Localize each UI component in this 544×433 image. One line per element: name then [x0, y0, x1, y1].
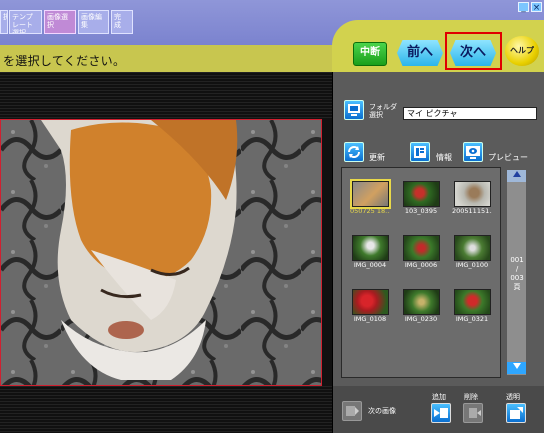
add-button[interactable] — [431, 403, 451, 423]
next-button-highlight — [445, 32, 502, 70]
instruction-text: を選択してください。 — [3, 54, 126, 68]
refresh-button[interactable] — [344, 142, 364, 162]
page-current: 001 — [510, 256, 524, 264]
delete-button[interactable] — [463, 403, 483, 423]
next-image-label: 次の画像 — [368, 407, 396, 415]
thumbnail-item[interactable]: IMG_0004 — [350, 235, 390, 272]
thumbnail-caption: IMG_0230 — [404, 315, 438, 323]
prev-button[interactable]: 前へ — [397, 40, 443, 66]
info-button[interactable] — [410, 142, 430, 162]
delete-image-icon — [469, 408, 481, 418]
folder-label: フォルダ 選択 — [369, 103, 397, 119]
thumbnail-caption: IMG_0100 — [455, 261, 489, 269]
step-tab-image-edit[interactable]: 画像編集 — [78, 10, 109, 34]
preview-label: プレビュー — [488, 153, 528, 162]
page-indicator: 001 / 003 頁 — [508, 256, 526, 292]
thumbnail-caption: 103_0395 — [404, 207, 438, 215]
add-label: 追加 — [432, 393, 446, 401]
delete-label: 削除 — [464, 393, 478, 401]
folder-field[interactable]: マイ ピクチャ — [403, 107, 537, 120]
step-tab-template[interactable]: テンプレート選択 — [9, 10, 42, 34]
thumbnail-caption: 050725 18... — [350, 207, 390, 215]
step-label: 択 — [3, 13, 7, 21]
page-separator: / — [515, 265, 519, 273]
thumbnail-item[interactable]: IMG_0100 — [452, 235, 492, 272]
scroll-up-button[interactable] — [507, 170, 526, 182]
thumbnail-item[interactable]: IMG_0108 — [350, 289, 390, 326]
add-image-icon — [434, 408, 448, 418]
step-label: 画像選択 — [47, 13, 68, 29]
thumbnail-item[interactable]: IMG_0321 — [452, 289, 492, 326]
thumbnail-item[interactable]: 050725 18... — [349, 179, 391, 218]
thumbnail-item[interactable]: IMG_0230 — [401, 289, 441, 326]
scanline-bottom — [0, 386, 332, 433]
page-total: 003 — [510, 274, 524, 282]
refresh-label: 更新 — [369, 153, 385, 162]
thumbnail-caption: IMG_0108 — [353, 315, 387, 323]
help-button[interactable]: ヘルプ — [505, 36, 539, 66]
thumbnail-caption: 200511151... — [452, 207, 492, 215]
scroll-down-button[interactable] — [507, 362, 526, 374]
step-tab-select[interactable]: 択 — [0, 10, 8, 34]
thumbnail-caption: IMG_0004 — [353, 261, 387, 269]
step-label: 画像編集 — [81, 13, 102, 29]
minimize-button[interactable]: _ — [518, 2, 529, 13]
next-image-button[interactable] — [342, 401, 362, 421]
transparent-button[interactable] — [506, 403, 526, 423]
cancel-button[interactable]: 中断 — [353, 42, 387, 66]
arrow-up-icon — [512, 171, 521, 177]
thumbnail-item[interactable]: 200511151... — [452, 181, 492, 218]
scanline-top — [0, 72, 332, 118]
monitor-icon — [348, 104, 360, 116]
next-image-icon — [346, 406, 359, 416]
step-tab-image-select[interactable]: 画像選択 — [44, 10, 76, 34]
close-button[interactable]: × — [531, 2, 542, 13]
page-unit: 頁 — [513, 283, 521, 291]
info-label: 情報 — [436, 153, 452, 162]
arrow-down-icon — [512, 363, 521, 369]
step-label: 完 成 — [114, 13, 121, 29]
thumbnail-item[interactable]: IMG_0006 — [401, 235, 441, 272]
transparent-label: 透明 — [506, 393, 520, 401]
step-label: テンプレート選択 — [12, 13, 33, 34]
thumbnail-caption: IMG_0006 — [404, 261, 438, 269]
step-tab-complete[interactable]: 完 成 — [111, 10, 133, 34]
info-icon — [414, 146, 426, 158]
preview-monitor-icon — [466, 146, 480, 159]
thumbnail-item[interactable]: 103_0395 — [401, 181, 441, 218]
folder-select-button[interactable] — [344, 100, 364, 120]
thumbnail-caption: IMG_0321 — [455, 315, 489, 323]
preview-button[interactable] — [463, 142, 483, 162]
refresh-icon — [348, 146, 360, 158]
transparent-icon — [510, 407, 523, 419]
image-preview — [0, 119, 322, 386]
cat-photo — [1, 120, 321, 385]
